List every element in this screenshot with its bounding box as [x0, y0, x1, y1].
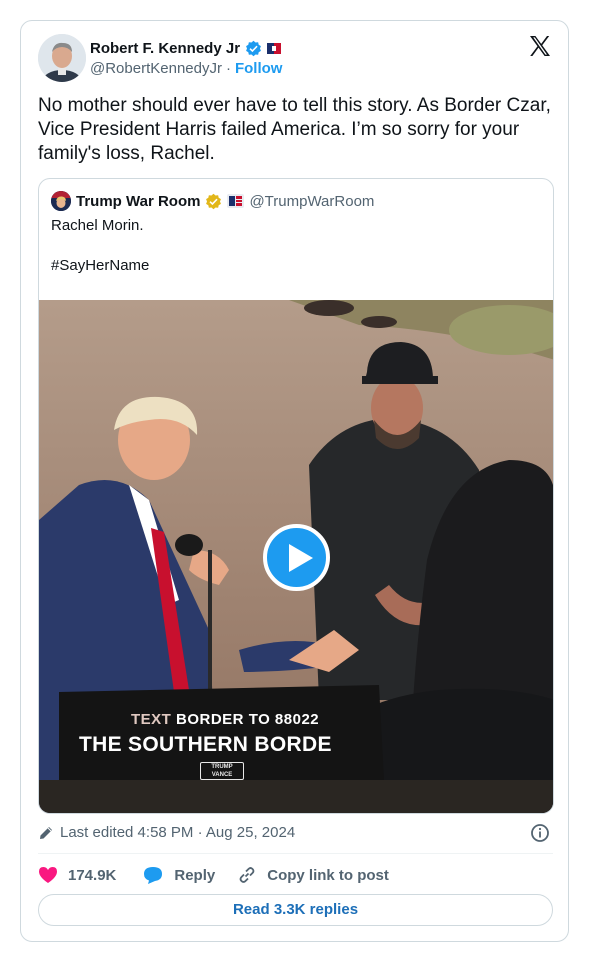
podium-headline: THE SOUTHERN BORDER [79, 733, 331, 756]
podium-logo: TRUMP VANCE [200, 762, 244, 780]
flag-icon [267, 42, 282, 54]
info-icon[interactable] [530, 823, 550, 843]
quoted-author-name[interactable]: Trump War Room [76, 193, 200, 210]
post-text: No mother should ever have to tell this … [38, 95, 551, 164]
podium-sign-line: TEXT BORDER TO 88022 [131, 711, 320, 728]
play-button[interactable] [263, 524, 330, 591]
pencil-icon [40, 826, 52, 839]
embedded-post-card: Robert F. Kennedy Jr @RobertKennedyJr · … [20, 20, 569, 942]
flag-badge-icon [227, 194, 245, 208]
quoted-text-line: Rachel Morin. [51, 217, 144, 234]
heart-icon [39, 867, 57, 883]
footer-divider [38, 853, 553, 854]
play-icon [289, 544, 313, 572]
copy-link-label: Copy link to post [267, 866, 389, 884]
read-replies-button[interactable]: Read 3.3K replies [38, 894, 553, 926]
edited-timestamp[interactable]: Last edited 4:58 PM · Aug 25, 2024 [60, 824, 295, 841]
gold-verified-badge-icon [206, 193, 222, 209]
verified-badge-icon [246, 40, 261, 56]
reply-label: Reply [174, 866, 216, 884]
copy-link-button[interactable]: Copy link to post [237, 865, 389, 885]
author-avatar[interactable] [38, 34, 86, 82]
video-player[interactable]: TEXT BORDER TO 88022 THE SOUTHERN BORDER… [39, 300, 553, 813]
quoted-author-handle[interactable]: @TrumpWarRoom [249, 193, 374, 210]
like-count: 174.9K [68, 866, 117, 884]
x-logo-icon[interactable] [528, 34, 552, 58]
author-name[interactable]: Robert F. Kennedy Jr [90, 40, 240, 57]
follow-button[interactable]: Follow [235, 60, 283, 77]
quoted-hashtag[interactable]: #SayHerName [51, 257, 149, 274]
quoted-post[interactable]: Trump War Room @TrumpWarRoom Rachel Mori… [38, 178, 554, 814]
author-handle[interactable]: @RobertKennedyJr [90, 60, 222, 77]
reply-bubble-icon [144, 867, 163, 884]
action-bar: 174.9K Reply Copy link to post [38, 863, 389, 887]
separator-dot: · [225, 60, 231, 77]
link-icon [239, 867, 255, 883]
like-button[interactable]: 174.9K [38, 866, 116, 884]
reply-button[interactable]: Reply [142, 865, 215, 885]
quoted-author-avatar[interactable] [51, 191, 71, 211]
